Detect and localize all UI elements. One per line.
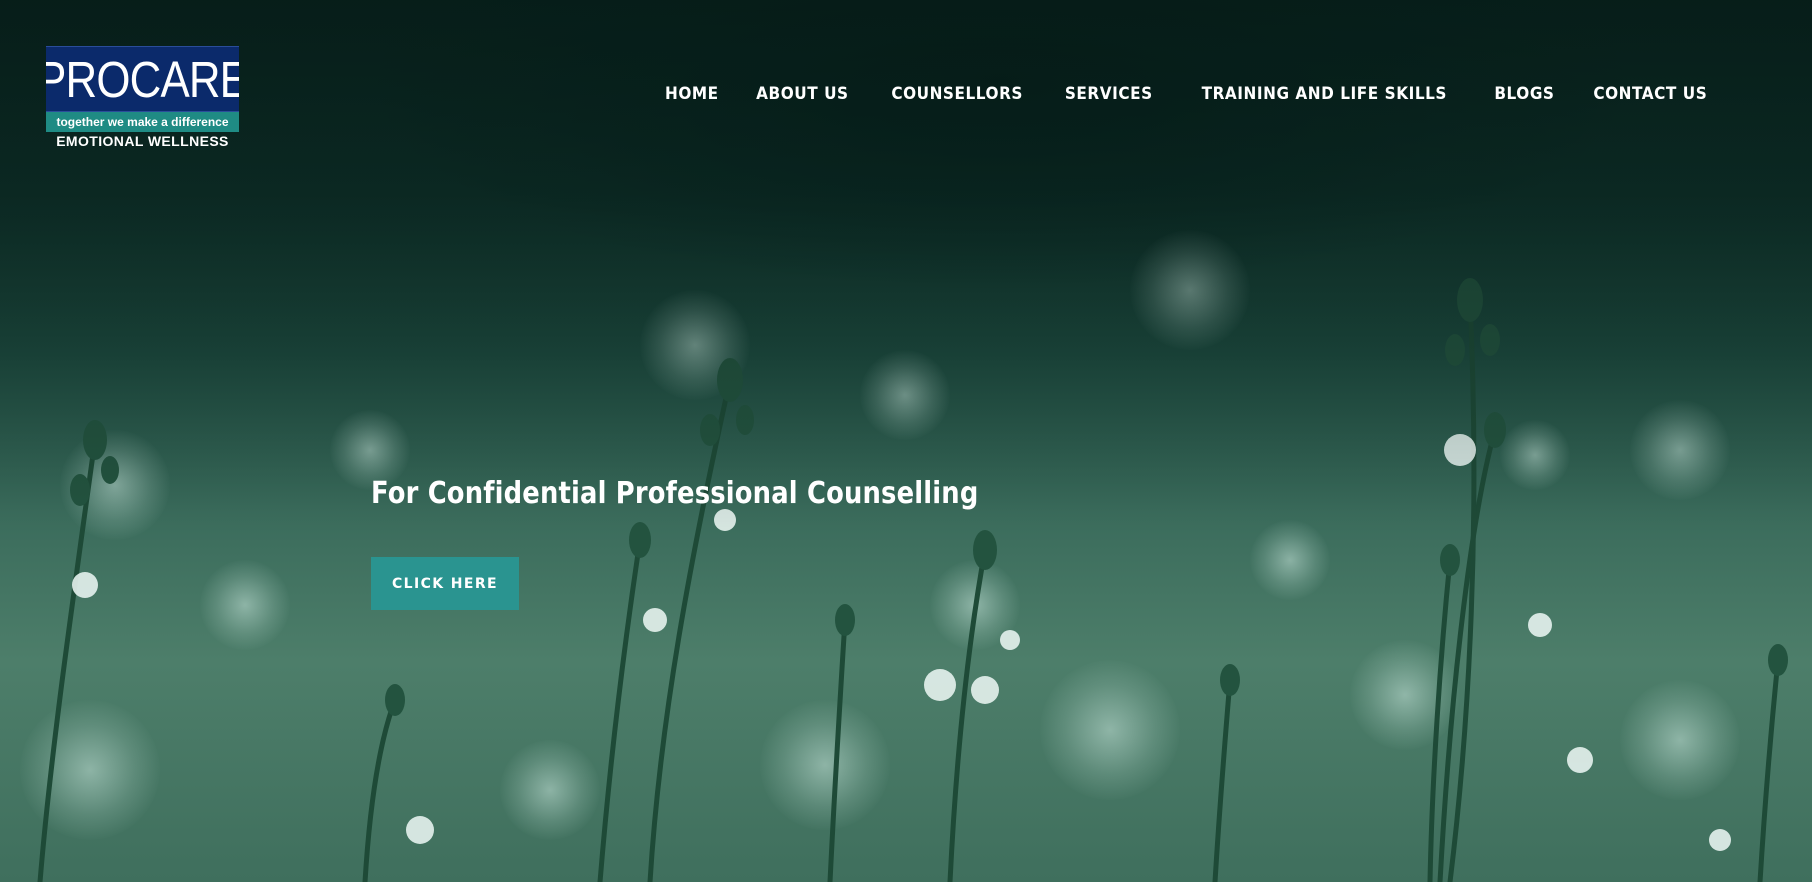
logo-wordmark-box: PROCARE	[46, 46, 239, 112]
nav-item-home[interactable]: HOME	[665, 84, 719, 104]
main-navigation: HOME ABOUT US COUNSELLORS SERVICES TRAIN…	[662, 84, 1714, 104]
background-bokeh	[0, 0, 1812, 882]
logo-subtitle: EMOTIONAL WELLNESS	[56, 133, 229, 149]
logo-wordmark: PROCARE	[46, 46, 239, 112]
logo-tagline: together we make a difference	[46, 112, 239, 132]
procare-logo[interactable]: PROCARE together we make a difference EM…	[46, 46, 239, 150]
nav-item-counsellors[interactable]: COUNSELLORS	[891, 84, 1023, 104]
nav-item-contact-us[interactable]: CONTACT US	[1594, 84, 1708, 104]
hero-heading: For Confidential Professional Counsellin…	[371, 476, 979, 511]
nav-item-blogs[interactable]: BLOGS	[1494, 84, 1554, 104]
nav-item-about-us[interactable]: ABOUT US	[756, 84, 848, 104]
nav-item-services[interactable]: SERVICES	[1065, 84, 1153, 104]
top-shade	[0, 0, 1812, 882]
hero-section: PROCARE together we make a difference EM…	[0, 0, 1812, 882]
nav-item-training-and-life-skills[interactable]: TRAINING AND LIFE SKILLS	[1202, 84, 1447, 104]
flower-stems-illustration	[37, 278, 1788, 882]
click-here-button[interactable]: CLICK HERE	[371, 557, 519, 610]
